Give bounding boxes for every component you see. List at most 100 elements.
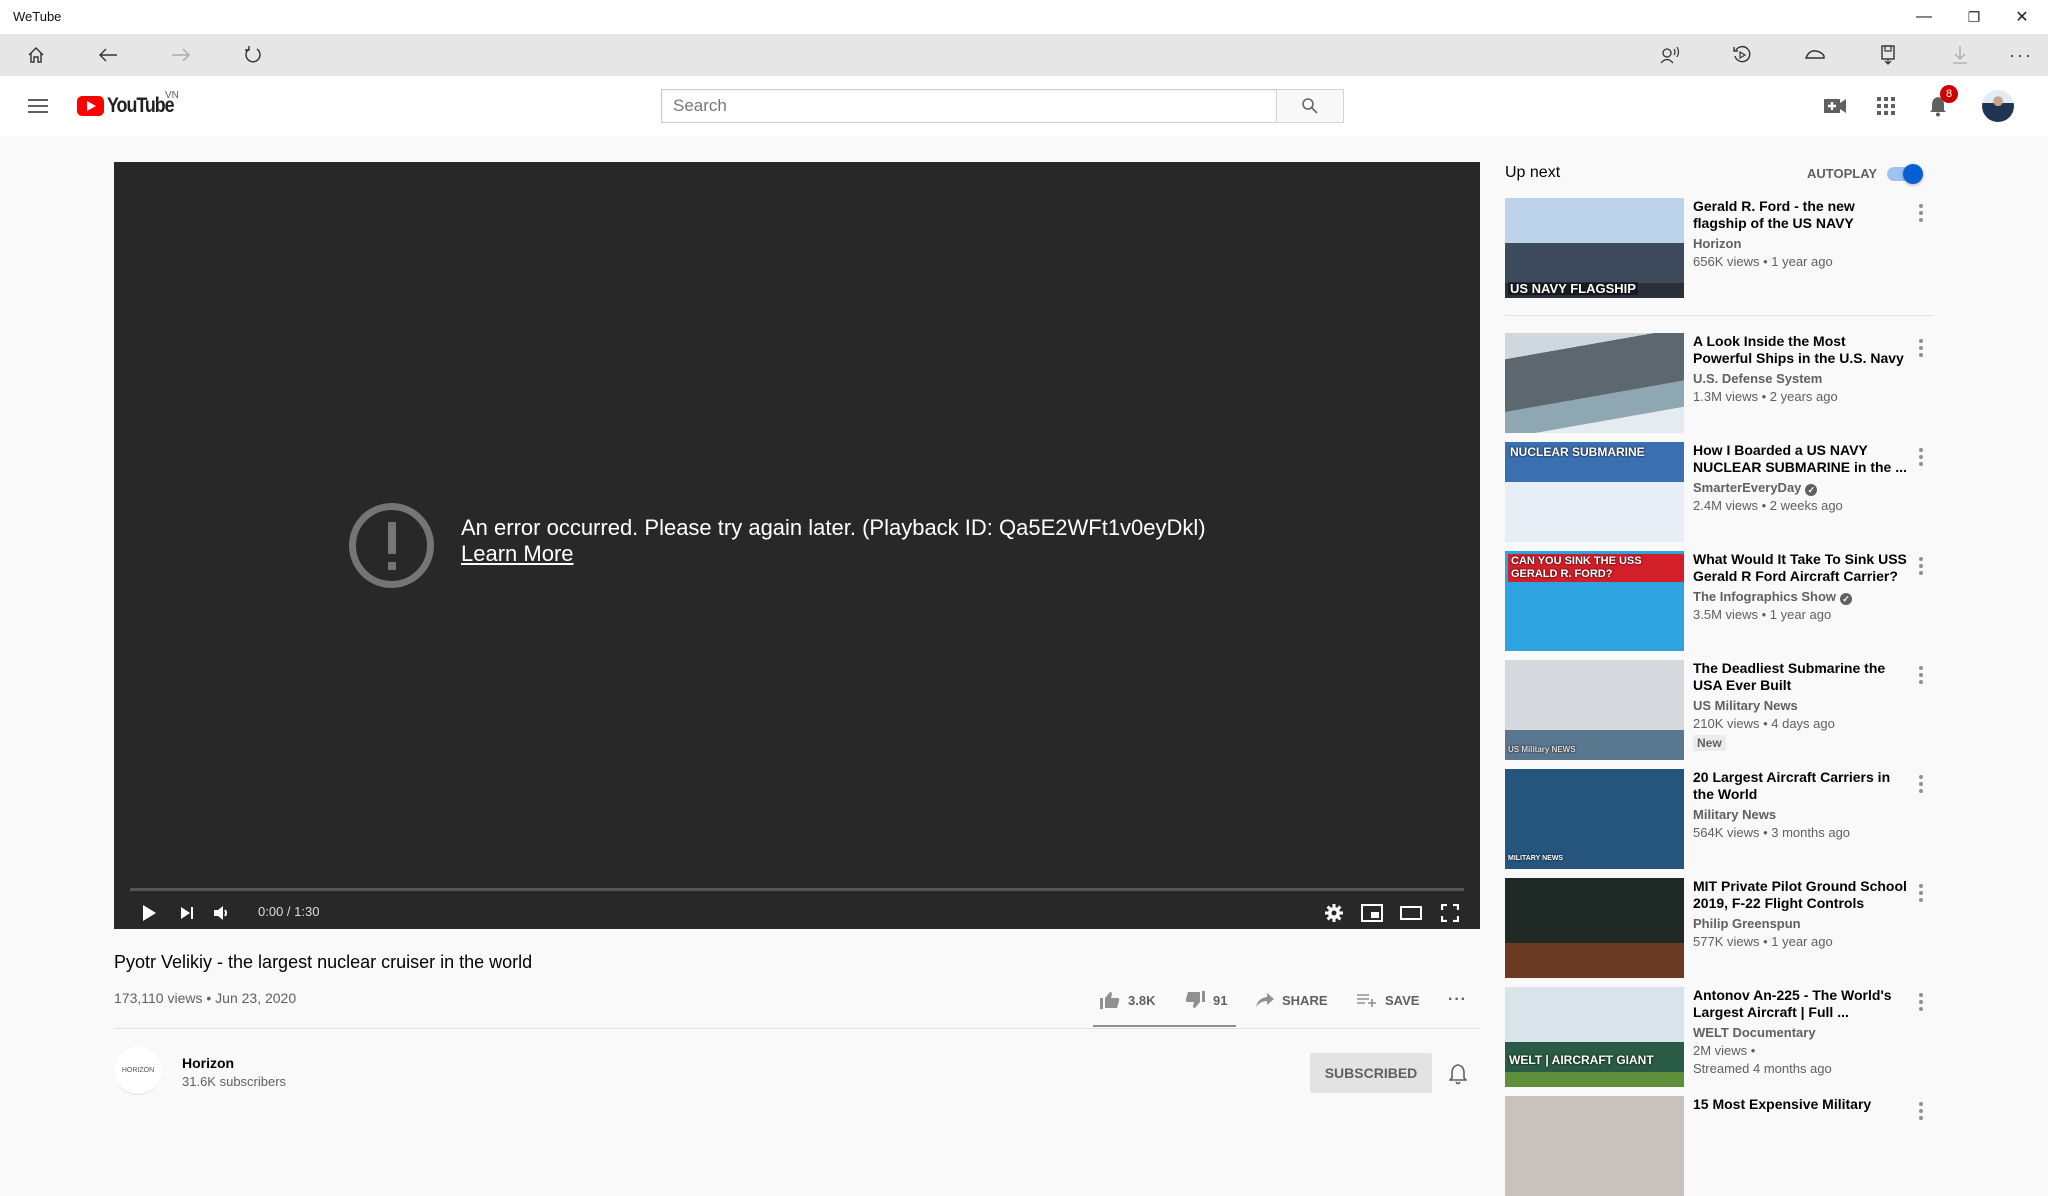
forward-button[interactable] <box>159 34 203 76</box>
user-avatar[interactable] <box>1982 90 2014 122</box>
recommended-video[interactable]: US NAVY FLAGSHIP Gerald R. Ford - the new… <box>1505 198 1935 298</box>
recommended-video[interactable]: MILITARY NEWS 20 Largest Aircraft Carrier… <box>1505 769 1935 869</box>
next-button[interactable] <box>174 896 200 930</box>
video-title[interactable]: A Look Inside the Most Powerful Ships in… <box>1693 333 1907 367</box>
search-input[interactable] <box>661 89 1276 123</box>
like-count: 3.8K <box>1128 992 1156 1008</box>
video-title[interactable]: Gerald R. Ford - the new flagship of the… <box>1693 198 1907 232</box>
save-page-button[interactable] <box>1866 34 1910 76</box>
autoplay-toggle[interactable] <box>1887 164 1923 184</box>
restore-icon: ❐ <box>1967 8 1981 25</box>
video-thumbnail[interactable]: US Military NEWS <box>1505 660 1684 760</box>
refresh-button[interactable] <box>231 34 275 76</box>
channel-avatar[interactable]: HORIZON <box>114 1047 162 1095</box>
video-title[interactable]: 15 Most Expensive Military <box>1693 1096 1907 1113</box>
video-title[interactable]: Antonov An-225 - The World's Largest Air… <box>1693 987 1907 1021</box>
video-camera-plus-icon <box>1824 99 1846 113</box>
video-player[interactable]: An error occurred. Please try again late… <box>114 162 1480 929</box>
channel-name: WELT Documentary <box>1693 1025 1816 1040</box>
video-thumbnail[interactable] <box>1505 333 1684 433</box>
subscribe-button[interactable]: SUBSCRIBED <box>1310 1053 1432 1093</box>
save-button[interactable]: SAVE <box>1357 990 1419 1010</box>
menu-button[interactable] <box>26 96 50 116</box>
more-button[interactable]: ··· <box>1999 34 2043 76</box>
divider <box>1505 315 1933 316</box>
apps-button[interactable] <box>1866 88 1906 124</box>
download-button[interactable] <box>1938 34 1982 76</box>
like-button[interactable]: 3.8K <box>1100 990 1155 1010</box>
publish-date: Jun 23, 2020 <box>215 990 297 1006</box>
settings-button[interactable] <box>1320 896 1348 930</box>
channel-name: Horizon <box>1693 236 1742 251</box>
bell-outline-icon <box>1449 1064 1467 1085</box>
video-thumbnail[interactable]: NUCLEAR SUBMARINE <box>1505 442 1684 542</box>
play-button[interactable] <box>136 896 162 930</box>
volume-button[interactable] <box>208 896 236 930</box>
video-thumbnail[interactable]: CAN YOU SINK THE USS GERALD R. FORD? <box>1505 551 1684 651</box>
create-video-button[interactable] <box>1815 88 1855 124</box>
view-count: 173,110 views <box>114 990 203 1006</box>
search-button[interactable] <box>1276 89 1344 123</box>
back-button[interactable] <box>86 34 130 76</box>
recommended-video[interactable]: MIT Private Pilot Ground School 2019, F-… <box>1505 878 1935 978</box>
share-button[interactable]: SHARE <box>1256 990 1328 1010</box>
progress-bar[interactable] <box>130 888 1464 891</box>
video-meta: 3.5M views • 1 year ago <box>1693 607 1832 622</box>
history-button[interactable] <box>1720 34 1764 76</box>
back-icon <box>99 48 117 62</box>
action-menu-button[interactable] <box>1914 1100 1928 1122</box>
action-menu-button[interactable] <box>1914 555 1928 577</box>
player-error: An error occurred. Please try again late… <box>461 515 1206 567</box>
channel-notifications-button[interactable] <box>1444 1060 1472 1088</box>
video-meta: 2.4M views • 2 weeks ago <box>1693 498 1843 513</box>
close-icon: ✕ <box>2015 9 2029 26</box>
recommended-video[interactable]: A Look Inside the Most Powerful Ships in… <box>1505 333 1935 433</box>
video-title[interactable]: How I Boarded a US NAVY NUCLEAR SUBMARIN… <box>1693 442 1907 476</box>
action-menu-button[interactable] <box>1914 882 1928 904</box>
theater-mode-button[interactable] <box>1397 896 1425 930</box>
action-menu-button[interactable] <box>1914 202 1928 224</box>
fullscreen-button[interactable] <box>1436 896 1464 930</box>
video-thumbnail[interactable] <box>1505 878 1684 978</box>
video-thumbnail[interactable]: US NAVY FLAGSHIP <box>1505 198 1684 298</box>
video-meta-line2: Streamed 4 months ago <box>1693 1061 1832 1076</box>
speed-button[interactable] <box>1793 34 1837 76</box>
channel-name: US Military News <box>1693 698 1798 713</box>
video-thumbnail[interactable]: WELT | AIRCRAFT GIANT <box>1505 987 1684 1087</box>
youtube-logo[interactable]: YouTube VN <box>77 90 185 118</box>
video-meta: 656K views • 1 year ago <box>1693 254 1833 269</box>
action-menu-button[interactable] <box>1914 991 1928 1013</box>
action-menu-button[interactable] <box>1914 664 1928 686</box>
home-icon <box>28 47 44 63</box>
action-menu-button[interactable] <box>1914 446 1928 468</box>
video-title[interactable]: 20 Largest Aircraft Carriers in the Worl… <box>1693 769 1907 803</box>
new-badge: New <box>1693 735 1726 751</box>
miniplayer-button[interactable] <box>1358 896 1386 930</box>
action-menu-button[interactable] <box>1914 337 1928 359</box>
recommended-video[interactable]: CAN YOU SINK THE USS GERALD R. FORD? What… <box>1505 551 1935 651</box>
dislike-button[interactable]: 91 <box>1185 990 1227 1010</box>
action-menu-button[interactable] <box>1914 773 1928 795</box>
recommended-video[interactable]: WELT | AIRCRAFT GIANT Antonov An-225 - Th… <box>1505 987 1935 1087</box>
close-button[interactable]: ✕ <box>1998 0 2046 34</box>
video-title[interactable]: MIT Private Pilot Ground School 2019, F-… <box>1693 878 1907 912</box>
channel-name[interactable]: Horizon <box>182 1055 234 1071</box>
read-aloud-button[interactable] <box>1648 34 1692 76</box>
video-thumbnail[interactable] <box>1505 1096 1684 1196</box>
minimize-button[interactable]: — <box>1900 0 1948 34</box>
video-thumbnail[interactable]: MILITARY NEWS <box>1505 769 1684 869</box>
video-title[interactable]: What Would It Take To Sink USS Gerald R … <box>1693 551 1907 585</box>
recommended-video[interactable]: NUCLEAR SUBMARINE How I Boarded a US NAVY… <box>1505 442 1935 542</box>
video-title[interactable]: The Deadliest Submarine the USA Ever Bui… <box>1693 660 1907 694</box>
more-horizontal-icon: ··· <box>1448 991 1467 1008</box>
recommended-video[interactable]: 15 Most Expensive Military <box>1505 1096 1935 1196</box>
home-button[interactable] <box>14 34 58 76</box>
notifications-button[interactable]: 8 <box>1918 85 1958 124</box>
error-exclamation-icon <box>349 503 434 588</box>
learn-more-link[interactable]: Learn More <box>461 541 1206 567</box>
notification-badge: 8 <box>1940 85 1958 103</box>
maximize-button[interactable]: ❐ <box>1950 0 1998 34</box>
minimize-icon: — <box>1916 8 1932 25</box>
recommended-video[interactable]: US Military NEWS The Deadliest Submarine … <box>1505 660 1935 760</box>
more-actions-button[interactable]: ··· <box>1448 990 1467 1010</box>
